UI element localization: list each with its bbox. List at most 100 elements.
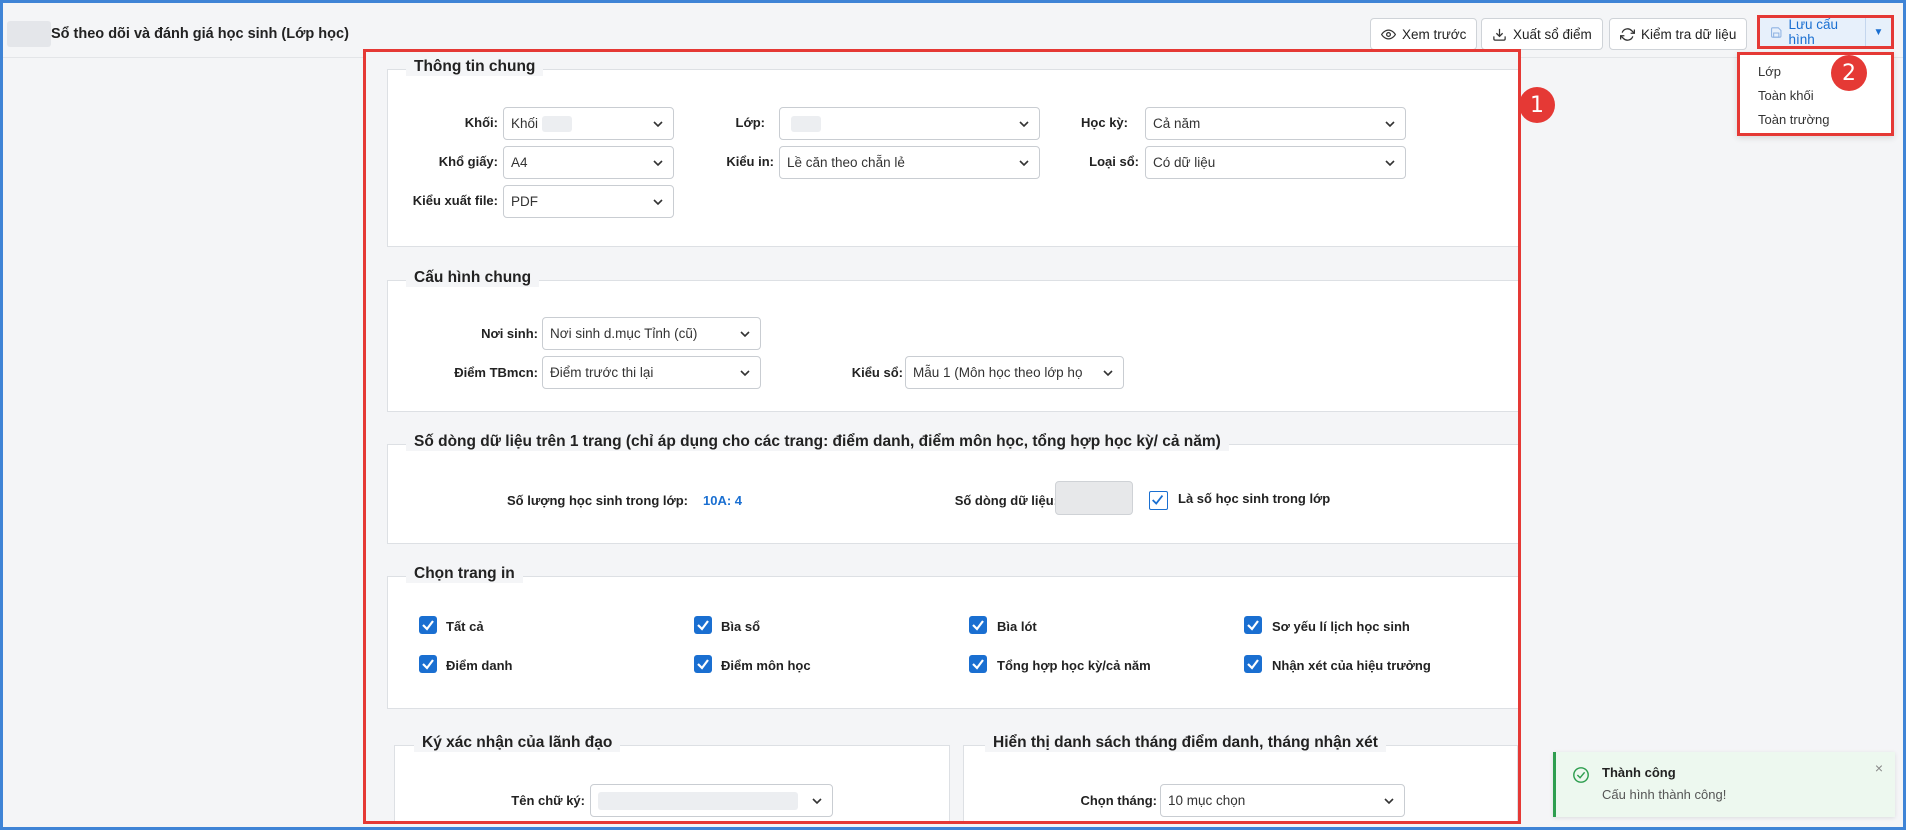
hocky-select[interactable]: Cả năm — [1145, 107, 1406, 140]
check-circle-icon — [1573, 767, 1589, 783]
page-checkbox-principal-comment[interactable] — [1244, 655, 1262, 673]
print-pages-title: Chọn trang in — [406, 565, 523, 583]
noisinh-value: Nơi sinh d.mục Tỉnh (cũ) — [550, 326, 698, 341]
page-checkbox-all[interactable] — [419, 616, 437, 634]
toast-title: Thành công — [1602, 765, 1676, 780]
preview-button[interactable]: Xem trước — [1370, 18, 1478, 50]
signature-name-select[interactable] — [590, 784, 833, 817]
is-class-count-label: Là số học sinh trong lớp — [1178, 491, 1331, 506]
check-icon — [972, 620, 984, 631]
diemtb-select[interactable]: Điểm trước thi lại — [542, 356, 761, 389]
caret-down-icon: ▼ — [1873, 26, 1884, 38]
kieuso-value: Mẫu 1 (Môn học theo lớp họ — [913, 365, 1083, 380]
hocky-value: Cả năm — [1153, 116, 1201, 131]
menu-item-grade[interactable]: Toàn khối — [1758, 88, 1814, 103]
kieuin-select[interactable]: Lề căn theo chẵn lẻ — [779, 146, 1040, 179]
save-dropdown-toggle[interactable]: ▼ — [1865, 18, 1891, 46]
config-panel: Thông tin chung Khối: Khối Lớp: Học kỳ: … — [363, 49, 1521, 824]
kieuin-label: Kiểu in: — [726, 154, 774, 169]
export-button[interactable]: Xuất sổ điểm — [1481, 18, 1603, 50]
rows-count-label: Số dòng dữ liệu: — [954, 493, 1058, 508]
kieuso-label: Kiểu sổ: — [851, 365, 903, 380]
chevron-down-icon — [812, 798, 822, 805]
close-icon[interactable]: × — [1875, 760, 1883, 776]
kieuxuat-label: Kiểu xuất file: — [412, 193, 498, 208]
page-label-inner-cover: Bìa lót — [997, 619, 1037, 634]
general-config-title: Cấu hình chung — [406, 269, 540, 287]
success-toast: Thành công Cấu hình thành công! × — [1553, 752, 1895, 817]
page-checkbox-inner-cover[interactable] — [969, 616, 987, 634]
kieuxuat-select[interactable]: PDF — [503, 185, 674, 218]
page-checkbox-subject-scores[interactable] — [694, 655, 712, 673]
check-data-label: Kiểm tra dữ liệu — [1641, 26, 1737, 42]
check-icon — [697, 659, 709, 670]
eye-icon — [1381, 28, 1396, 40]
chevron-down-icon — [740, 331, 750, 338]
noisinh-label: Nơi sinh: — [481, 326, 538, 341]
toast-message: Cấu hình thành công! — [1602, 787, 1727, 802]
general-config-section: Cấu hình chung Nơi sinh: Nơi sinh d.mục … — [387, 269, 1518, 412]
page-label-summary: Tổng hợp học kỳ/cả năm — [997, 658, 1151, 673]
save-icon — [1771, 26, 1782, 38]
page-label-subject-scores: Điểm môn học — [721, 658, 811, 673]
rows-count-input[interactable] — [1055, 481, 1133, 515]
general-info-section: Thông tin chung Khối: Khối Lớp: Học kỳ: … — [387, 58, 1518, 247]
save-config-split-button: Lưu cấu hình ▼ — [1757, 15, 1894, 49]
page-label-attendance: Điểm danh — [446, 658, 513, 673]
noisinh-select[interactable]: Nơi sinh d.mục Tỉnh (cũ) — [542, 317, 761, 350]
page-label-profile: Sơ yếu lí lịch học sinh — [1272, 619, 1410, 634]
khogiay-select[interactable]: A4 — [503, 146, 674, 179]
rows-per-page-title: Số dòng dữ liệu trên 1 trang (chỉ áp dụn… — [406, 433, 1229, 451]
page-title: Sổ theo dõi và đánh giá học sinh (Lớp họ… — [51, 26, 349, 42]
redacted-value — [791, 115, 821, 132]
save-config-button[interactable]: Lưu cấu hình — [1760, 17, 1865, 47]
general-info-title: Thông tin chung — [406, 58, 544, 76]
chevron-down-icon — [653, 199, 663, 206]
menu-item-school[interactable]: Toàn trường — [1758, 112, 1829, 127]
page-label-cover: Bìa sổ — [721, 619, 761, 634]
menu-item-class[interactable]: Lớp — [1758, 64, 1781, 79]
refresh-icon — [1620, 27, 1635, 41]
check-icon — [422, 659, 434, 670]
lop-label: Lớp: — [735, 115, 765, 130]
chevron-down-icon — [1385, 121, 1395, 128]
annotation-badge-2: 2 — [1831, 55, 1867, 91]
hocky-label: Học kỳ: — [1081, 115, 1128, 130]
check-icon — [697, 620, 709, 631]
loaiso-value: Có dữ liệu — [1153, 155, 1216, 170]
page-checkbox-cover[interactable] — [694, 616, 712, 634]
save-config-label: Lưu cấu hình — [1788, 17, 1839, 47]
khogiay-label: Khổ giấy: — [438, 154, 498, 169]
preview-label: Xem trước — [1402, 26, 1467, 42]
khoi-select[interactable]: Khối — [503, 107, 674, 140]
diemtb-label: Điểm TBmcn: — [454, 365, 538, 380]
month-display-title: Hiển thị danh sách tháng điểm danh, thán… — [985, 734, 1386, 752]
chevron-down-icon — [740, 370, 750, 377]
is-class-count-checkbox[interactable] — [1149, 491, 1168, 510]
signature-name-label: Tên chữ ký: — [511, 793, 585, 808]
page-checkbox-attendance[interactable] — [419, 655, 437, 673]
kieuso-select[interactable]: Mẫu 1 (Môn học theo lớp họ — [905, 356, 1124, 389]
redacted-value — [598, 791, 798, 810]
month-display-section: Hiển thị danh sách tháng điểm danh, thán… — [963, 734, 1518, 821]
export-label: Xuất sổ điểm — [1513, 26, 1592, 42]
loaiso-select[interactable]: Có dữ liệu — [1145, 146, 1406, 179]
khoi-value: Khối — [511, 116, 539, 131]
chevron-down-icon — [1384, 798, 1394, 805]
page-label-principal-comment: Nhận xét của hiệu trưởng — [1272, 658, 1431, 673]
chevron-down-icon — [1385, 160, 1395, 167]
page-checkbox-profile[interactable] — [1244, 616, 1262, 634]
lop-select[interactable] — [779, 107, 1040, 140]
month-select-label: Chọn tháng: — [1080, 793, 1157, 808]
rows-per-page-section: Số dòng dữ liệu trên 1 trang (chỉ áp dụn… — [387, 433, 1518, 544]
check-icon — [1152, 495, 1164, 505]
logo — [7, 21, 51, 47]
month-select[interactable]: 10 mục chọn — [1160, 784, 1405, 817]
page-checkbox-summary[interactable] — [969, 655, 987, 673]
download-icon — [1493, 28, 1506, 41]
check-data-button[interactable]: Kiểm tra dữ liệu — [1609, 18, 1748, 50]
loaiso-label: Loại sổ: — [1089, 154, 1139, 169]
chevron-down-icon — [1103, 370, 1113, 377]
kieuxuat-value: PDF — [511, 194, 538, 209]
leader-sign-section: Ký xác nhận của lãnh đạo Tên chữ ký: — [394, 734, 950, 821]
